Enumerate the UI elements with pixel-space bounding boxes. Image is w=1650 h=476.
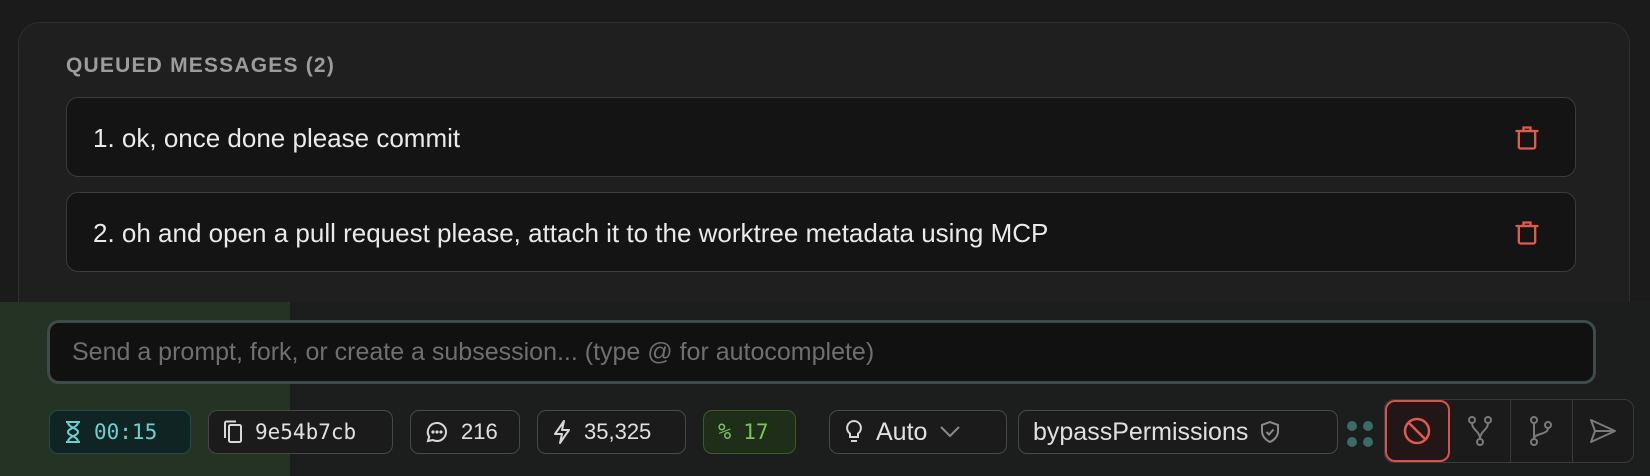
chevron-down-icon [940, 426, 961, 438]
shield-icon [1261, 421, 1280, 443]
elapsed-time-badge: 00:15 [49, 410, 191, 454]
commit-hash-badge[interactable]: 9e54b7cb [208, 410, 393, 454]
context-percent: 17 [743, 420, 769, 444]
token-count: 35,325 [584, 419, 652, 444]
queued-message-item: 1. ok, once done please commit [66, 97, 1576, 177]
stop-icon [1404, 417, 1431, 445]
prompt-input[interactable] [47, 320, 1596, 384]
action-button-group [1384, 399, 1634, 463]
send-button[interactable] [1572, 400, 1633, 462]
queued-message-item: 2. oh and open a pull request please, at… [66, 192, 1576, 272]
trash-icon[interactable] [1513, 124, 1541, 152]
permission-mode-value: bypassPermissions [1033, 417, 1249, 446]
token-count-badge: 35,325 [537, 410, 686, 454]
trash-icon[interactable] [1513, 219, 1541, 247]
commit-hash: 9e54b7cb [255, 420, 357, 444]
message-count-badge: 216 [410, 410, 520, 454]
percent-icon: % [718, 419, 732, 445]
lightning-icon [554, 420, 570, 444]
thinking-mode-select[interactable]: Auto [829, 410, 1007, 454]
context-percent-badge: % 17 [703, 410, 796, 454]
chat-bubble-icon [426, 421, 447, 443]
fork-icon [1467, 416, 1492, 446]
fork-button[interactable] [1449, 400, 1511, 462]
lightbulb-icon [846, 420, 862, 442]
permission-mode-select[interactable]: bypassPermissions [1018, 410, 1338, 454]
copy-icon [224, 420, 242, 443]
send-icon [1589, 419, 1616, 443]
branch-icon [1530, 416, 1553, 446]
stop-button[interactable] [1385, 400, 1450, 462]
drag-handle[interactable] [1347, 421, 1375, 449]
thinking-mode-value: Auto [876, 417, 928, 446]
hourglass-icon [66, 421, 80, 443]
elapsed-time: 00:15 [94, 420, 158, 444]
queued-messages-title: QUEUED MESSAGES (2) [66, 54, 336, 77]
queued-message-text: 2. oh and open a pull request please, at… [93, 218, 1049, 248]
subsession-button[interactable] [1511, 400, 1573, 462]
message-count: 216 [461, 419, 498, 444]
queued-message-text: 1. ok, once done please commit [93, 123, 461, 153]
